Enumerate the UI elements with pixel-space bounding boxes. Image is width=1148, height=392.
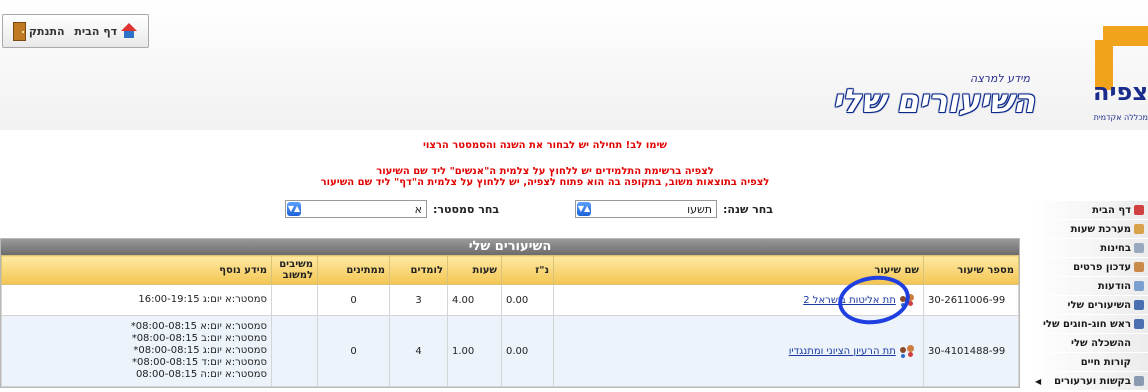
group-icon <box>1134 319 1144 329</box>
schedule-line: סמסטר:א יום:א 08:00-08:15* <box>130 321 267 332</box>
home-label: דף הבית <box>74 24 118 38</box>
schedule-line: סמסטר:א יום:ה 08:00-08:15 <box>135 369 267 380</box>
course-students: 3 <box>389 284 448 316</box>
notice-select-semester: שימו לב! תחילה יש לבחור את השנה והסמסטר … <box>422 140 668 151</box>
sidebar-item[interactable]: קורות חיים <box>1031 353 1148 371</box>
request-icon <box>1134 376 1144 386</box>
course-name-link[interactable]: תת הרעיון הציוני ומתנגדיו <box>789 346 896 357</box>
sidebar-item[interactable]: בחינות <box>1031 239 1148 257</box>
schedule-line: סמסטר:א יום:ד 08:00-08:15* <box>132 357 267 368</box>
table-row: 30-2611006-99 תת אליטות בישראל 2 0.00 4.… <box>1 284 1019 316</box>
column-header[interactable]: מידע נוסף <box>1 255 272 285</box>
notice-students-list: לצפיה ברשימת התלמידים יש ללחוץ על צלמית … <box>376 166 714 177</box>
course-students: 4 <box>389 315 448 387</box>
schedule-line: סמסטר:א יום:ג 16:00-19:15 <box>138 294 267 305</box>
sidebar-item[interactable]: ראש חוג-חוגים שלי <box>1031 315 1148 333</box>
notice-feedback: לצפיה בתוצאות משוב, בתקופה בה הוא פתוח ל… <box>320 177 770 188</box>
top-toolbar: דף הבית התנתק <box>2 14 149 48</box>
table-header-row: מספר שיעור שם שיעור נ"ז שעות לומדים ממתי… <box>1 255 1019 285</box>
select-arrows-icon: ▲▼ <box>577 202 591 216</box>
sidebar-item-label: עדכון פרטים <box>1073 261 1131 273</box>
course-name-cell: תת אליטות בישראל 2 <box>553 284 924 316</box>
door-icon <box>12 21 26 41</box>
semester-select[interactable]: א ▲▼ <box>285 200 427 218</box>
sidebar-item-label: בחינות <box>1100 242 1131 254</box>
column-header[interactable]: שעות <box>447 255 502 285</box>
course-responders <box>271 284 318 316</box>
course-schedule: סמסטר:א יום:א 08:00-08:15* סמסטר:א יום:ב… <box>1 315 272 387</box>
blank-icon <box>1134 338 1144 348</box>
course-schedule: סמסטר:א יום:ג 16:00-19:15 <box>1 284 272 316</box>
course-hours: 1.00 <box>447 315 502 387</box>
expand-arrow-icon[interactable]: ◀ <box>1035 377 1041 386</box>
sidebar-item-label: קורות חיים <box>1080 356 1131 368</box>
course-name-cell: תת הרעיון הציוני ומתנגדיו <box>553 315 924 387</box>
semester-filter: בחר סמסטר: א ▲▼ <box>285 200 499 218</box>
logout-button[interactable]: התנתק <box>12 21 65 41</box>
college-logo: צפיה מכללה אקדמית <box>1085 18 1148 128</box>
logo-text: צפיה <box>1092 78 1148 106</box>
year-select-value: תשעו <box>687 202 712 216</box>
courses-grid: השיעורים שלי מספר שיעור שם שיעור נ"ז שעו… <box>0 238 1020 388</box>
table-row: 30-4101488-99 תת הרעיון הציוני ומתנגדיו … <box>1 315 1019 387</box>
sidebar-item-label: הודעות <box>1097 280 1131 292</box>
column-header[interactable]: מספר שיעור <box>923 255 1019 285</box>
people-icon <box>1134 300 1144 310</box>
sidebar-item[interactable]: בקשות וערעורים ◀ <box>1031 372 1148 390</box>
schedule-line: סמסטר:א יום:ב 08:00-08:15* <box>131 333 267 344</box>
column-header[interactable]: שם שיעור <box>553 255 924 285</box>
sidebar-item[interactable]: ההשכלה שלי <box>1031 334 1148 352</box>
sidebar-item-label: דף הבית <box>1092 204 1131 216</box>
course-hours: 4.00 <box>447 284 502 316</box>
calendar-icon <box>1134 224 1144 234</box>
logout-label: התנתק <box>28 24 65 38</box>
course-responders <box>271 315 318 387</box>
people-icon[interactable] <box>899 344 915 358</box>
sidebar-item[interactable]: דף הבית <box>1031 201 1148 219</box>
exam-icon <box>1134 243 1144 253</box>
sidebar-item[interactable]: השיעורים שלי <box>1031 296 1148 314</box>
course-credits: 0.00 <box>501 315 554 387</box>
column-header[interactable]: משיבים למשוב <box>271 255 318 285</box>
blank-icon <box>1134 357 1144 367</box>
sidebar-item-label: מערכת שעות <box>1070 223 1131 235</box>
schedule-line: סמסטר:א יום:ג 08:00-08:15* <box>133 345 267 356</box>
course-credits: 0.00 <box>501 284 554 316</box>
message-icon <box>1134 281 1144 291</box>
sidebar-item-label: ראש חוג-חוגים שלי <box>1042 318 1131 330</box>
year-select[interactable]: תשעו ▲▼ <box>575 200 717 218</box>
user-icon <box>1134 262 1144 272</box>
column-header[interactable]: ממתינים <box>317 255 390 285</box>
course-name-link[interactable]: תת אליטות בישראל 2 <box>803 295 896 306</box>
sidebar-item-label: בקשות וערעורים <box>1054 375 1131 387</box>
column-header[interactable]: לומדים <box>389 255 448 285</box>
year-label: בחר שנה: <box>723 202 773 216</box>
semester-select-value: א <box>414 202 422 216</box>
sidebar-item[interactable]: מערכת שעות <box>1031 220 1148 238</box>
home-icon <box>120 23 138 39</box>
semester-label: בחר סמסטר: <box>433 202 500 216</box>
year-filter: בחר שנה: תשעו ▲▼ <box>575 200 773 218</box>
people-icon[interactable] <box>899 293 915 307</box>
logo-subtext: מכללה אקדמית <box>1093 113 1148 122</box>
sidebar-item-label: השיעורים שלי <box>1067 299 1131 311</box>
select-arrows-icon: ▲▼ <box>287 202 301 216</box>
sidebar-item[interactable]: הודעות <box>1031 277 1148 295</box>
course-waiting: 0 <box>317 315 390 387</box>
courses-table: מספר שיעור שם שיעור נ"ז שעות לומדים ממתי… <box>1 255 1019 387</box>
course-waiting: 0 <box>317 284 390 316</box>
column-header[interactable]: נ"ז <box>501 255 554 285</box>
course-number: 30-2611006-99 <box>923 284 1019 316</box>
sidebar-menu: דף הבית מערכת שעות בחינות עדכון פרטים הודעות… <box>1031 201 1148 391</box>
course-number: 30-4101488-99 <box>923 315 1019 387</box>
sidebar-item[interactable]: עדכון פרטים <box>1031 258 1148 276</box>
home-button[interactable]: דף הבית <box>74 23 138 39</box>
grid-title: השיעורים שלי <box>1 239 1019 255</box>
page-title: השיעורים שלי <box>832 82 1036 120</box>
sidebar-item-label: ההשכלה שלי <box>1071 337 1131 349</box>
home-icon <box>1134 205 1144 215</box>
